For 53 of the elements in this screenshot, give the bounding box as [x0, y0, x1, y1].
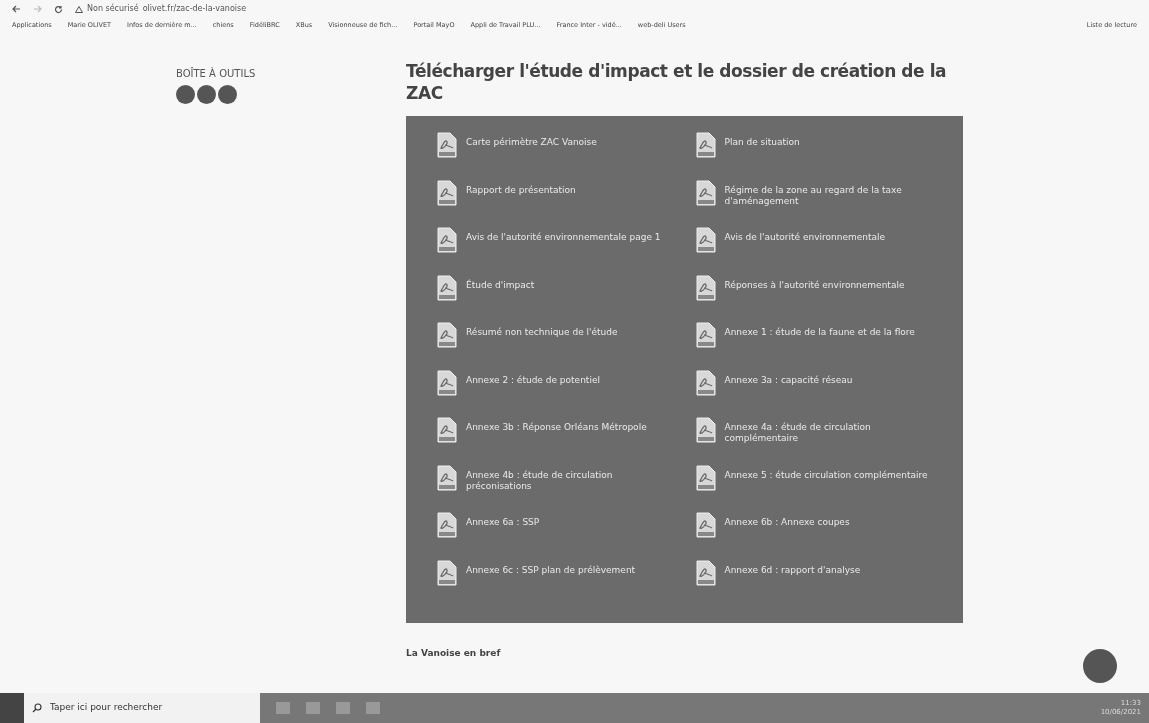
- document-link[interactable]: Annexe 5 : étude circulation complémentaire: [724, 464, 928, 481]
- pdf-file-icon: [694, 132, 717, 158]
- pdf-file-icon: [694, 274, 717, 301]
- subheading: La Vanoise en bref: [406, 647, 502, 660]
- pdf-file-icon: [436, 179, 458, 206]
- pdf-file-icon: [694, 417, 717, 443]
- document-link[interactable]: Avis de l'autorité environnementale page 1: [466, 227, 661, 243]
- document-link[interactable]: Réponses à l'autorité environnementale: [724, 274, 905, 291]
- pdf-file-icon: [694, 227, 717, 253]
- document-link[interactable]: Résumé non technique de l'étude: [466, 322, 618, 338]
- search-icon: [32, 703, 42, 713]
- pdf-file-icon: [694, 512, 717, 538]
- security-label: Non sécurisé: [87, 3, 139, 15]
- document-link[interactable]: Annexe 3a : capacité réseau: [724, 369, 853, 386]
- document-link[interactable]: Annexe 6b : Annexe coupes: [724, 512, 850, 528]
- scroll-top-button[interactable]: [1083, 649, 1117, 683]
- reload-icon[interactable]: [54, 4, 63, 14]
- pdf-file-icon: [694, 559, 717, 586]
- document-link[interactable]: Rapport de présentation: [466, 179, 576, 196]
- document-link[interactable]: Régime de la zone au regard de la taxe d'aménagement: [724, 179, 933, 207]
- document-link[interactable]: Annexe 6a : SSP: [466, 512, 540, 528]
- document-link[interactable]: Plan de situation: [724, 132, 800, 148]
- pdf-file-icon: [436, 274, 458, 301]
- pdf-file-icon: [436, 559, 458, 586]
- address-bar[interactable]: Non sécurisé olivet.fr/zac-de-la-vanoise: [75, 3, 247, 15]
- section-heading: Télécharger l'étude d'impact et le dossier de création de la ZAC: [406, 60, 948, 104]
- document-link[interactable]: Carte périmètre ZAC Vanoise: [466, 132, 597, 148]
- document-link[interactable]: Annexe 4b : étude de circulation préconisations: [466, 464, 675, 492]
- document-link[interactable]: Annexe 3b : Réponse Orléans Métropole: [466, 417, 647, 433]
- url-text: olivet.fr/zac-de-la-vanoise: [142, 3, 247, 15]
- pdf-file-icon: [436, 464, 458, 491]
- pdf-file-icon: [694, 322, 717, 348]
- start-button[interactable]: [0, 693, 24, 723]
- document-link[interactable]: Annexe 4a : étude de circulation complémentaire: [724, 417, 933, 444]
- pdf-file-icon: [436, 227, 458, 253]
- document-link[interactable]: Avis de l'autorité environnementale: [724, 227, 886, 243]
- pdf-file-icon: [694, 464, 717, 491]
- document-link[interactable]: Annexe 6c : SSP plan de prélèvement: [466, 559, 636, 576]
- warning-icon: [75, 5, 83, 13]
- document-link[interactable]: Annexe 2 : étude de potentiel: [466, 369, 600, 386]
- sidebar-title: BOÎTE À OUTILS: [176, 66, 257, 81]
- pdf-file-icon: [436, 322, 458, 348]
- pdf-file-icon: [436, 512, 458, 538]
- pdf-file-icon: [436, 417, 458, 443]
- document-link[interactable]: Annexe 1 : étude de la faune et de la flore: [724, 322, 915, 338]
- back-icon[interactable]: [12, 5, 21, 13]
- pdf-file-icon: [694, 369, 717, 396]
- pdf-file-icon: [436, 369, 458, 396]
- pdf-file-icon: [694, 179, 717, 206]
- taskbar-search-field[interactable]: Taper ici pour rechercher: [24, 693, 260, 723]
- pdf-file-icon: [436, 132, 458, 158]
- document-link[interactable]: Annexe 6d : rapport d'analyse: [724, 559, 861, 576]
- document-link[interactable]: Étude d'impact: [466, 274, 535, 291]
